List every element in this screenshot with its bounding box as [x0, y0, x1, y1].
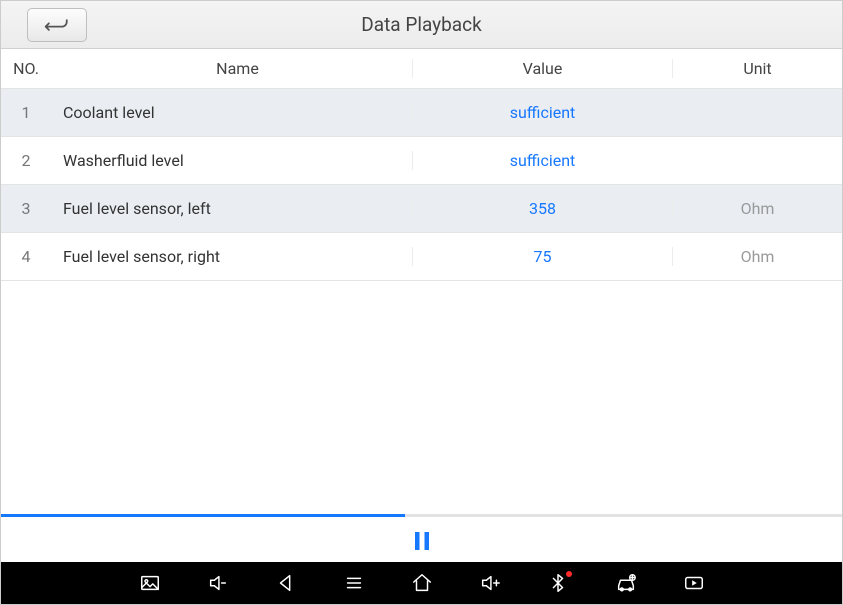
car-settings-icon[interactable] [614, 571, 638, 595]
header-value: Value [412, 59, 672, 78]
header-name: Name [51, 59, 412, 78]
row-no: 2 [1, 151, 51, 170]
image-icon[interactable] [138, 571, 162, 595]
row-no: 3 [1, 199, 51, 218]
bluetooth-alert-dot [566, 571, 572, 577]
back-icon[interactable] [274, 571, 298, 595]
home-icon[interactable] [410, 571, 434, 595]
row-no: 1 [1, 103, 51, 122]
page-title: Data Playback [1, 13, 842, 36]
row-unit: Ohm [672, 199, 842, 218]
table-row[interactable]: 1Coolant levelsufficient [1, 89, 842, 137]
row-name: Washerfluid level [51, 151, 412, 170]
bluetooth-icon[interactable] [546, 571, 570, 595]
video-icon[interactable] [682, 571, 706, 595]
row-no: 4 [1, 247, 51, 266]
volume-up-icon[interactable] [478, 571, 502, 595]
row-value: sufficient [412, 103, 672, 122]
pause-button[interactable] [410, 529, 434, 557]
row-value: 75 [412, 247, 672, 266]
titlebar: Data Playback [1, 1, 842, 49]
table-header: NO. Name Value Unit [1, 49, 842, 89]
header-unit: Unit [672, 59, 842, 78]
table-row[interactable]: 2Washerfluid levelsufficient [1, 137, 842, 185]
back-button[interactable] [27, 8, 87, 42]
progress-track[interactable] [1, 514, 842, 517]
playback-bar [1, 508, 842, 562]
app-window: Data Playback NO. Name Value Unit 1Coola… [0, 0, 843, 605]
row-name: Coolant level [51, 103, 412, 122]
system-navbar [1, 562, 842, 604]
progress-fill [1, 514, 405, 517]
table-row[interactable]: 3Fuel level sensor, left358Ohm [1, 185, 842, 233]
menu-icon[interactable] [342, 571, 366, 595]
row-unit: Ohm [672, 247, 842, 266]
volume-down-icon[interactable] [206, 571, 230, 595]
row-value: 358 [412, 199, 672, 218]
row-value: sufficient [412, 151, 672, 170]
table-row[interactable]: 4Fuel level sensor, right75Ohm [1, 233, 842, 281]
header-no: NO. [1, 59, 51, 78]
row-name: Fuel level sensor, right [51, 247, 412, 266]
table-body: 1Coolant levelsufficient2Washerfluid lev… [1, 89, 842, 508]
row-name: Fuel level sensor, left [51, 199, 412, 218]
